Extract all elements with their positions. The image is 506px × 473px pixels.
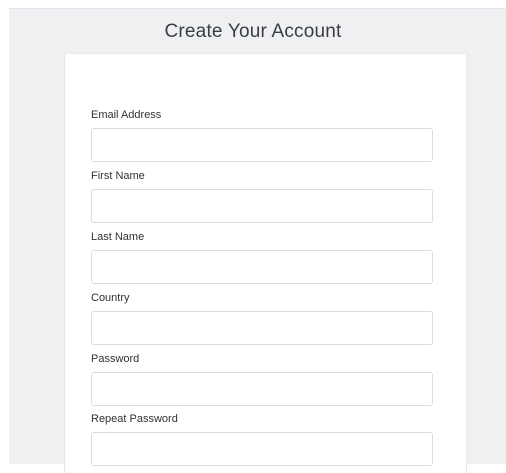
- signup-form-card: Email Address First Name Last Name Count…: [64, 53, 467, 473]
- repeat-password-input[interactable]: [91, 432, 433, 466]
- country-label: Country: [91, 292, 130, 304]
- signup-page: Create Your Account Email Address First …: [9, 8, 506, 473]
- first-name-label: First Name: [91, 170, 145, 182]
- country-field-group: Country: [91, 291, 441, 345]
- password-field-group: Password: [91, 352, 441, 406]
- email-input[interactable]: [91, 128, 433, 162]
- password-label: Password: [91, 353, 140, 365]
- last-name-input[interactable]: [91, 250, 433, 284]
- page-title: Create Your Account: [164, 21, 342, 42]
- email-field-group: Email Address: [91, 108, 441, 162]
- first-name-field-group: First Name: [91, 169, 441, 223]
- repeat-password-label: Repeat Password: [91, 413, 178, 425]
- country-input[interactable]: [91, 311, 433, 345]
- last-name-field-group: Last Name: [91, 230, 441, 284]
- password-input[interactable]: [91, 372, 433, 406]
- email-label: Email Address: [91, 109, 162, 121]
- repeat-password-field-group: Repeat Password: [91, 412, 441, 466]
- first-name-input[interactable]: [91, 189, 433, 223]
- last-name-label: Last Name: [91, 231, 145, 243]
